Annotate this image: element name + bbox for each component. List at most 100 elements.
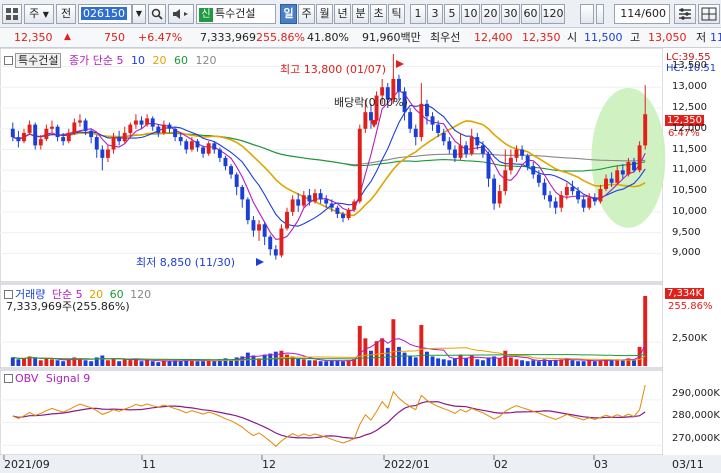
volume-bar [290,356,295,366]
candle-body [324,199,329,204]
candle-body [290,199,295,212]
prev-button[interactable]: 전 [56,4,76,24]
volume-value: 7,333,969 [200,31,256,44]
candle-body [77,120,82,123]
x-axis-bar [0,455,721,473]
blank-field[interactable] [580,4,594,24]
volume-bar [576,361,581,366]
volume-bar [38,360,43,366]
price-tick-label: 11,000 [672,164,707,176]
interval-10[interactable]: 10 [461,4,480,24]
obv-tick-290000: 290,000K [672,388,720,399]
volume-bar [520,360,525,366]
small-dropdown-icon[interactable] [596,4,604,24]
volume-bar [22,358,26,366]
candle-body [262,224,267,237]
candle-body [296,199,301,206]
period-tab-4[interactable]: 분 [352,4,369,24]
candle-body [229,166,234,175]
period-tab-1[interactable]: 주 [298,4,315,24]
volume-bar [458,354,463,366]
grid-menu-icon[interactable] [2,4,22,24]
ma-5: 5 [116,54,124,67]
volume-bar [313,360,317,366]
volume-bar [206,360,211,366]
candle-body [178,137,183,142]
new-listing-badge: 신 [199,8,213,22]
candle-body [279,228,284,256]
x-axis-label: 03 [594,458,608,471]
volume-bar [105,360,110,366]
volume-bar [117,361,122,366]
volume-bar [262,354,267,366]
period-tab-3[interactable]: 년 [334,4,351,24]
interval-120[interactable]: 120 [541,4,565,24]
candle-body [16,137,21,142]
candle-body [307,195,312,202]
bar-count-field[interactable]: 114/600 [614,4,670,24]
stock-code-input[interactable]: 026150 [78,4,132,24]
chart-settings-icon[interactable] [674,4,696,24]
code-dropdown-icon[interactable]: ▼ [132,4,146,24]
x-axis-label: 2021/09 [4,458,50,471]
type-select[interactable]: 주 ▼ [24,4,54,24]
interval-5[interactable]: 5 [444,4,460,24]
candle-body [363,112,368,129]
bar-count-total: /600 [641,7,666,20]
chart-canvas[interactable] [0,48,721,473]
stock-name-field[interactable]: 신 특수건설 [196,4,276,24]
high-price: 13,050 [648,31,687,44]
best-quote-label: 최우선 [430,31,461,44]
bar-count-value: 114 [620,7,642,20]
volume-bar [592,361,597,366]
volume-bar [413,357,418,366]
volume-bar [553,360,558,366]
candle-body [553,201,558,208]
low-price: 11,5 [710,31,721,44]
obv-signal-label: Signal 9 [45,372,91,385]
interval-30[interactable]: 30 [501,4,520,24]
chart-area[interactable]: 특수건설 종가 단순 5 10 20 60 120 LC:39.55 HC:-1… [0,48,721,473]
candle-body [44,128,49,140]
candle-body [464,145,469,154]
candle-body [609,178,614,183]
candle-body [184,141,189,150]
volume-bar [441,359,446,366]
speaker-icon[interactable] [168,4,194,24]
candle-body [503,170,508,192]
candle-body [570,186,575,192]
interval-20[interactable]: 20 [481,4,500,24]
ma-120: 120 [195,54,217,67]
volume-bar [643,296,648,366]
volume-bar [285,354,289,366]
period-tab-6[interactable]: 틱 [388,4,405,24]
candle-body [352,201,357,210]
period-tab-5[interactable]: 초 [370,4,387,24]
interval-3[interactable]: 3 [427,4,443,24]
candle-body [22,132,26,142]
menu-square-icon[interactable] [4,56,13,65]
interval-60[interactable]: 60 [521,4,540,24]
volume-bar [195,361,200,366]
candle-body [111,137,116,150]
candle-body [66,132,71,142]
candle-body [206,143,211,154]
candle-body [55,126,60,138]
candle-body [329,203,334,208]
candle-body [189,141,194,150]
menu-square-icon[interactable] [4,374,13,383]
candle-body [33,124,38,146]
period-tab-2[interactable]: 월 [316,4,333,24]
candle-body [38,139,43,146]
candle-body [167,124,172,129]
interval-1[interactable]: 1 [410,4,426,24]
volume-bar [318,361,323,366]
candle-body [430,116,435,125]
period-tab-0[interactable]: 일 [280,4,297,24]
volume-bar [374,341,379,366]
candle-body [424,103,429,117]
search-icon[interactable] [148,4,166,24]
x-axis-label: 2022/01 [384,458,430,471]
layout-icon[interactable] [698,4,720,24]
open-label: 시 [567,31,578,44]
